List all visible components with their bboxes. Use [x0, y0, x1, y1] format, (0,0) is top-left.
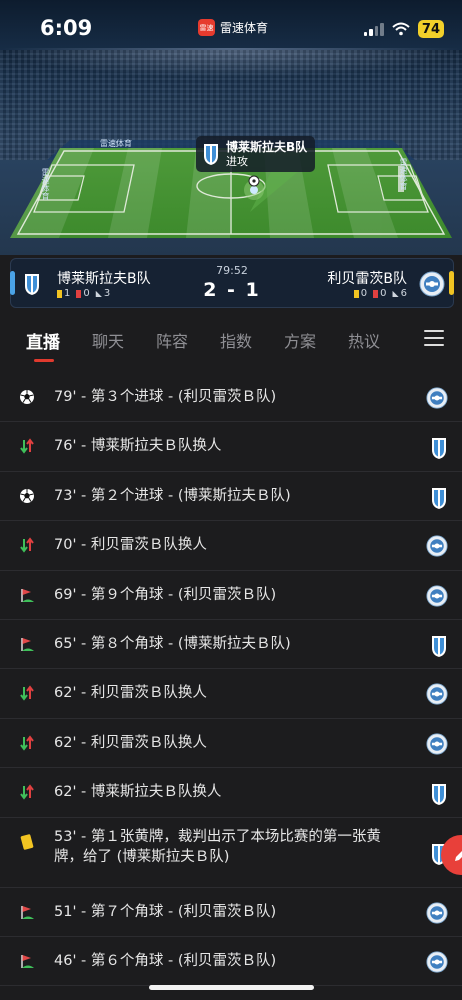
corner-flag-icon: [19, 587, 35, 603]
wifi-icon: [392, 22, 410, 36]
ad-board-side-right: 雷速体育: [399, 158, 408, 190]
list-item: 76' - 博莱斯拉夫Ｂ队换人: [0, 422, 462, 472]
away-team-crest-icon: [419, 271, 445, 297]
list-item: 62' - 利贝雷茨Ｂ队换人: [0, 719, 462, 769]
away-crest-icon: [426, 683, 448, 709]
live-event-list: 79' - 第３个进球 - (利贝雷茨Ｂ队) 76' - 博莱斯拉夫Ｂ队换人 7…: [0, 373, 462, 987]
clock: 6:09: [40, 16, 93, 40]
list-item: 70' - 利贝雷茨Ｂ队换人: [0, 521, 462, 571]
event-text: 53' - 第１张黄牌，裁判出示了本场比赛的第一张黄牌，给了 (博莱斯拉夫Ｂ队): [54, 828, 381, 865]
active-tab-indicator: [34, 359, 54, 362]
tab-bar: 直播 聊天 阵容 指数 方案 热议: [0, 316, 462, 362]
event-text: 51' - 第７个角球 - (利贝雷茨Ｂ队): [54, 903, 277, 920]
app-indicator: 雷速 雷速体育: [198, 19, 268, 36]
app-logo-icon: 雷速: [198, 19, 215, 36]
home-crest-icon: [430, 782, 448, 810]
battery-indicator: 74: [417, 20, 444, 38]
tab-discussion[interactable]: 热议: [348, 328, 380, 352]
substitution-icon: [19, 537, 35, 553]
list-item: 53' - 第１张黄牌，裁判出示了本场比赛的第一张黄牌，给了 (博莱斯拉夫Ｂ队): [0, 818, 462, 888]
tab-lineup[interactable]: 阵容: [156, 328, 188, 352]
tab-chat[interactable]: 聊天: [92, 328, 124, 352]
app-name: 雷速体育: [220, 21, 269, 35]
ad-board-left: 雷速体育: [100, 139, 132, 148]
list-item: 79' - 第３个进球 - (利贝雷茨Ｂ队): [0, 373, 462, 423]
event-text: 76' - 博莱斯拉夫Ｂ队换人: [54, 438, 222, 455]
away-stats: 0 0 ◣ 6: [353, 288, 407, 299]
list-item: 69' - 第９个角球 - (利贝雷茨Ｂ队): [0, 571, 462, 620]
away-crest-icon: [426, 951, 448, 977]
signal-icon: [363, 22, 384, 36]
corner-flag-icon: [19, 636, 35, 652]
home-crest-icon: [430, 486, 448, 514]
list-item: 62' - 利贝雷茨Ｂ队换人: [0, 669, 462, 719]
list-item: 46' - 第６个角球 - (利贝雷茨Ｂ队): [0, 937, 462, 987]
away-team-name: 利贝雷茨B队: [327, 271, 407, 287]
tab-plans[interactable]: 方案: [284, 328, 316, 352]
tab-odds[interactable]: 指数: [220, 328, 252, 352]
home-crest-icon: [430, 634, 448, 662]
home-crest-icon: [204, 144, 218, 165]
corner-flag-icon: [19, 953, 35, 969]
red-card-icon: [373, 289, 379, 298]
list-item: 62' - 博莱斯拉夫Ｂ队换人: [0, 768, 462, 818]
substitution-icon: [19, 685, 35, 702]
tab-live[interactable]: 直播: [26, 328, 60, 353]
scoreboard[interactable]: 博莱斯拉夫B队 1 0 ◣ 3 79:52 2 - 1 利贝雷茨B队 0 0 ◣ 6: [10, 258, 454, 308]
ball-icon: [19, 488, 35, 504]
substitution-icon: [19, 784, 35, 800]
corner-icon: ◣: [392, 289, 399, 298]
event-text: 62' - 利贝雷茨Ｂ队换人: [54, 734, 207, 751]
away-crest-icon: [426, 535, 448, 561]
corner-flag-icon: [19, 904, 35, 920]
event-text: 73' - 第２个进球 - (博莱斯拉夫Ｂ队): [54, 487, 291, 504]
substitution-icon: [19, 735, 35, 751]
event-text: 79' - 第３个进球 - (利贝雷茨Ｂ队): [54, 389, 277, 405]
event-text: 46' - 第６个角球 - (利贝雷茨Ｂ队): [54, 952, 277, 969]
list-item: 65' - 第８个角球 - (博莱斯拉夫Ｂ队): [0, 620, 462, 670]
popup-event-label: 进攻: [226, 154, 248, 168]
ball-icon: [19, 389, 35, 405]
status-bar: 6:09 雷速 雷速体育 74: [0, 0, 462, 52]
substitution-icon: [19, 438, 35, 455]
list-item: 73' - 第２个进球 - (博莱斯拉夫Ｂ队): [0, 472, 462, 522]
popup-team-name: 博莱斯拉夫B队: [226, 139, 308, 154]
attack-event-popup: 博莱斯拉夫B队 进攻: [196, 136, 316, 172]
event-text: 70' - 利贝雷茨Ｂ队换人: [54, 537, 207, 554]
home-crest-icon: [430, 436, 448, 464]
event-text: 62' - 利贝雷茨Ｂ队换人: [54, 685, 207, 702]
away-crest-icon: [426, 901, 448, 928]
home-indicator[interactable]: [149, 985, 314, 990]
ad-board-side-left: 雷速体育: [41, 168, 50, 200]
away-crest-icon: [426, 387, 448, 413]
event-text: 62' - 博莱斯拉夫Ｂ队换人: [54, 784, 222, 801]
yellow-card-icon: [353, 289, 359, 298]
menu-icon[interactable]: [424, 330, 444, 346]
edit-icon: [455, 851, 462, 861]
event-text: 69' - 第９个角球 - (利贝雷茨Ｂ队): [54, 586, 277, 603]
yellow-card-icon: [19, 833, 35, 850]
event-text: 65' - 第８个角球 - (博莱斯拉夫Ｂ队): [54, 635, 291, 652]
away-crest-icon: [426, 733, 448, 759]
away-crest-icon: [426, 584, 448, 611]
list-item: 51' - 第７个角球 - (利贝雷茨Ｂ队): [0, 888, 462, 937]
